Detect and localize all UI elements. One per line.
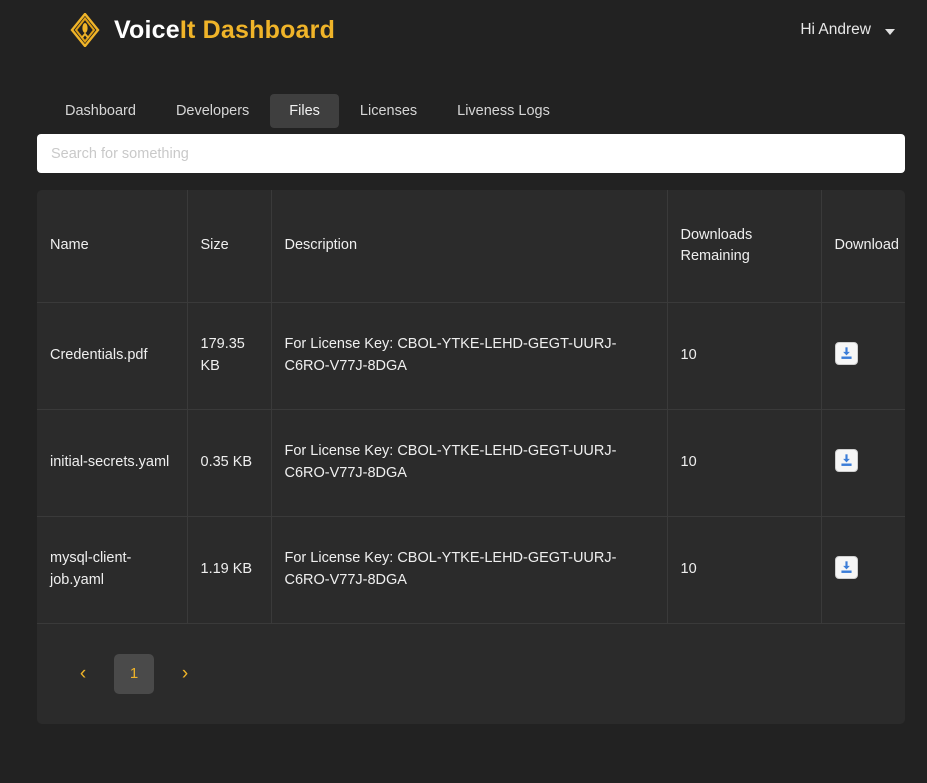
- column-header-download: Download: [820, 190, 905, 303]
- table-row: Credentials.pdf 179.35 KB For License Ke…: [37, 301, 905, 410]
- pagination-prev-button[interactable]: ‹: [64, 664, 102, 683]
- cell-download-action: [820, 301, 905, 410]
- cell-file-size: 179.35 KB: [186, 301, 272, 410]
- cell-file-size: 1.19 KB: [186, 515, 272, 624]
- cell-downloads-remaining: 10: [666, 515, 822, 624]
- column-header-name: Name: [37, 190, 188, 303]
- brand-first: Voice: [114, 15, 180, 44]
- pagination: ‹ 1 ›: [37, 624, 905, 724]
- table-row: initial-secrets.yaml 0.35 KB For License…: [37, 408, 905, 517]
- tab-developers[interactable]: Developers: [157, 94, 268, 129]
- cell-download-action: [820, 408, 905, 517]
- main-nav-tabs: Dashboard Developers Files Licenses Live…: [0, 60, 927, 129]
- tab-files[interactable]: Files: [270, 93, 339, 129]
- column-header-downloads-remaining: Downloads Remaining: [666, 190, 822, 303]
- tab-dashboard[interactable]: Dashboard: [46, 94, 155, 129]
- table-row: mysql-client-job.yaml 1.19 KB For Licens…: [37, 515, 905, 624]
- files-panel: Name Size Description Downloads Remainin…: [37, 190, 905, 724]
- cell-file-size: 0.35 KB: [186, 408, 272, 517]
- user-menu[interactable]: Hi Andrew: [800, 21, 903, 39]
- cell-file-name: initial-secrets.yaml: [37, 408, 188, 517]
- pagination-next-button[interactable]: ›: [166, 664, 204, 683]
- download-icon: [839, 560, 854, 575]
- search-input[interactable]: [37, 134, 905, 173]
- download-button[interactable]: [834, 342, 858, 366]
- page-title: VoiceIt Dashboard: [114, 16, 335, 45]
- chevron-down-icon[interactable]: [885, 28, 895, 35]
- cell-download-action: [820, 515, 905, 624]
- tab-licenses[interactable]: Licenses: [341, 94, 436, 129]
- download-icon: [839, 346, 854, 361]
- cell-file-name: Credentials.pdf: [37, 301, 188, 410]
- download-button[interactable]: [834, 449, 858, 473]
- brand-second: It Dashboard: [179, 15, 336, 44]
- cell-description: For License Key: CBOL-YTKE-LEHD-GEGT-UUR…: [270, 408, 668, 517]
- column-header-description: Description: [270, 190, 668, 303]
- search-bar: [0, 122, 927, 173]
- cell-description: For License Key: CBOL-YTKE-LEHD-GEGT-UUR…: [270, 301, 668, 410]
- tab-liveness-logs[interactable]: Liveness Logs: [438, 94, 569, 129]
- download-button[interactable]: [834, 556, 858, 580]
- user-greeting: Hi Andrew: [800, 21, 871, 38]
- column-header-size: Size: [186, 190, 272, 303]
- cell-file-name: mysql-client-job.yaml: [37, 515, 188, 624]
- pagination-page-1[interactable]: 1: [114, 653, 154, 694]
- top-bar: VoiceIt Dashboard Hi Andrew: [0, 0, 927, 60]
- table-header-row: Name Size Description Downloads Remainin…: [37, 190, 905, 303]
- cell-downloads-remaining: 10: [666, 301, 822, 410]
- brand: VoiceIt Dashboard: [70, 13, 335, 47]
- voiceit-diamond-logo-icon: [70, 13, 100, 47]
- download-icon: [839, 453, 854, 468]
- cell-description: For License Key: CBOL-YTKE-LEHD-GEGT-UUR…: [270, 515, 668, 624]
- files-table: Name Size Description Downloads Remainin…: [37, 190, 905, 624]
- cell-downloads-remaining: 10: [666, 408, 822, 517]
